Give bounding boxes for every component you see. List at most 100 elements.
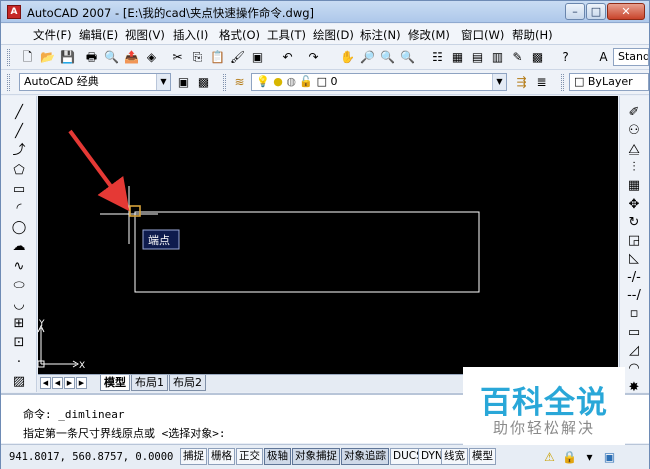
rotate-icon[interactable]: ↻: [624, 214, 644, 232]
polar-toggle[interactable]: 极轴: [264, 448, 291, 465]
tray-settings-icon[interactable]: ⚠: [541, 449, 558, 466]
paste-icon[interactable]: 📋: [209, 49, 226, 66]
copy-object-icon[interactable]: ⚇: [624, 122, 644, 140]
menu-modify[interactable]: 修改(M): [408, 27, 450, 43]
workspace-combo[interactable]: AutoCAD 经典 ▼: [19, 73, 171, 91]
zoom-previous-icon[interactable]: 🔍: [399, 49, 416, 66]
scale-icon[interactable]: ◲: [624, 232, 644, 250]
revision-cloud-icon[interactable]: ☁: [9, 238, 29, 256]
menu-window[interactable]: 窗口(W): [461, 27, 504, 43]
line-icon[interactable]: ╱: [9, 104, 29, 122]
first-tab-button[interactable]: ◀: [40, 377, 51, 389]
tab-model[interactable]: 模型: [100, 375, 130, 391]
tab-layout1[interactable]: 布局1: [131, 375, 168, 391]
toolbar-grip[interactable]: [7, 74, 10, 91]
workspace-settings-icon[interactable]: ▣: [175, 74, 192, 91]
clean-screen-icon[interactable]: ▣: [601, 449, 618, 466]
lineweight-toggle[interactable]: 线宽: [441, 448, 468, 465]
snap-toggle[interactable]: 捕捉: [180, 448, 207, 465]
menu-draw[interactable]: 绘图(D): [313, 27, 354, 43]
toolbar-grip[interactable]: [561, 74, 564, 91]
menu-dimension[interactable]: 标注(N): [360, 27, 401, 43]
menu-tools[interactable]: 工具(T): [267, 27, 306, 43]
array-icon[interactable]: ▦: [624, 177, 644, 195]
pan-icon[interactable]: ✋: [339, 49, 356, 66]
drawing-area[interactable]: 端点 Y X: [38, 96, 618, 374]
prev-tab-button[interactable]: ◀: [52, 377, 63, 389]
chamfer-icon[interactable]: ◿: [624, 342, 644, 360]
calculator-icon[interactable]: ▩: [529, 49, 546, 66]
markup-icon[interactable]: ✎: [509, 49, 526, 66]
construction-line-icon[interactable]: ╱: [9, 123, 29, 141]
mirror-icon[interactable]: ⧋: [624, 141, 644, 159]
grid-toggle[interactable]: 栅格: [208, 448, 235, 465]
toolbar-grip[interactable]: [7, 49, 10, 66]
autocad-app-icon[interactable]: A: [7, 5, 21, 19]
tab-layout2[interactable]: 布局2: [169, 375, 206, 391]
layer-combo[interactable]: 💡 ● ◍ 🔓 □ 0 ▼: [251, 73, 507, 91]
point-icon[interactable]: ·: [9, 354, 29, 372]
layer-manager-icon[interactable]: ≋: [231, 74, 248, 91]
menu-edit[interactable]: 编辑(E): [79, 27, 118, 43]
zoom-window-icon[interactable]: 🔍: [379, 49, 396, 66]
cut-icon[interactable]: ✂: [169, 49, 186, 66]
move-icon[interactable]: ✥: [624, 196, 644, 214]
redo-icon[interactable]: ↷: [305, 49, 322, 66]
match-properties-icon[interactable]: 🖌: [229, 49, 246, 66]
status-menu-arrow-icon[interactable]: ▾: [581, 449, 598, 466]
offset-icon[interactable]: ⫶: [624, 159, 644, 177]
zoom-realtime-icon[interactable]: 🔎: [359, 49, 376, 66]
drawn-rectangle[interactable]: [134, 211, 480, 293]
menu-insert[interactable]: 插入(I): [173, 27, 208, 43]
design-center-icon[interactable]: ▦: [449, 49, 466, 66]
stretch-icon[interactable]: ◺: [624, 250, 644, 268]
model-space-toggle[interactable]: 模型: [469, 448, 496, 465]
osnap-toggle[interactable]: 对象捕捉: [292, 448, 340, 465]
minimize-button[interactable]: –: [565, 3, 585, 20]
close-button[interactable]: ✕: [607, 3, 645, 20]
extend-icon[interactable]: --/: [624, 287, 644, 305]
save-icon[interactable]: 💾: [59, 49, 76, 66]
next-tab-button[interactable]: ▶: [64, 377, 75, 389]
open-icon[interactable]: 📂: [39, 49, 56, 66]
spline-icon[interactable]: ∿: [9, 258, 29, 276]
sheet-set-icon[interactable]: ▥: [489, 49, 506, 66]
new-icon[interactable]: 🗋: [19, 49, 36, 66]
menu-file[interactable]: 文件(F): [33, 27, 72, 43]
publish-icon[interactable]: 📤: [123, 49, 140, 66]
otrack-toggle[interactable]: 对象追踪: [341, 448, 389, 465]
rectangle-icon[interactable]: ▭: [9, 181, 29, 199]
polygon-icon[interactable]: ⬠: [9, 162, 29, 180]
command-prompt-line[interactable]: 指定第一条尺寸界线原点或 <选择对象>:: [23, 425, 226, 441]
make-block-icon[interactable]: ⊡: [9, 334, 29, 352]
ortho-toggle[interactable]: 正交: [236, 448, 263, 465]
text-style-combo[interactable]: Stand: [613, 48, 649, 66]
circle-icon[interactable]: ◯: [9, 219, 29, 237]
hatch-icon[interactable]: ▨: [9, 373, 29, 391]
block-editor-icon[interactable]: ▣: [249, 49, 266, 66]
help-icon[interactable]: ?: [557, 49, 574, 66]
trim-icon[interactable]: -/-: [624, 269, 644, 287]
join-icon[interactable]: ▭: [624, 324, 644, 342]
title-bar[interactable]: A AutoCAD 2007 - [E:\我的cad\夹点快速操作命令.dwg]…: [1, 1, 649, 23]
ellipse-icon[interactable]: ⬭: [9, 277, 29, 295]
break-icon[interactable]: ▫: [624, 305, 644, 323]
toolbar-lock-icon[interactable]: 🔒: [561, 449, 578, 466]
make-object-layer-current-icon[interactable]: ⇶: [513, 74, 530, 91]
copy-icon[interactable]: ⎘: [189, 49, 206, 66]
polyline-icon[interactable]: ⤴: [9, 142, 29, 160]
3d-dwf-icon[interactable]: ◈: [143, 49, 160, 66]
menu-view[interactable]: 视图(V): [125, 27, 165, 43]
coordinate-readout[interactable]: 941.8017, 560.8757, 0.0000: [9, 451, 173, 463]
ellipse-arc-icon[interactable]: ◡: [9, 296, 29, 314]
properties-icon[interactable]: ☷: [429, 49, 446, 66]
toolbar-grip[interactable]: [223, 74, 226, 91]
last-tab-button[interactable]: ▶: [76, 377, 87, 389]
maximize-button[interactable]: □: [586, 3, 606, 20]
print-icon[interactable]: 🖶: [83, 49, 100, 66]
print-preview-icon[interactable]: 🔍: [103, 49, 120, 66]
fillet-icon[interactable]: ◠: [624, 360, 644, 378]
text-style-icon[interactable]: A: [595, 49, 612, 66]
color-combo[interactable]: □ ByLayer: [569, 73, 649, 91]
arc-icon[interactable]: ◜: [9, 200, 29, 218]
